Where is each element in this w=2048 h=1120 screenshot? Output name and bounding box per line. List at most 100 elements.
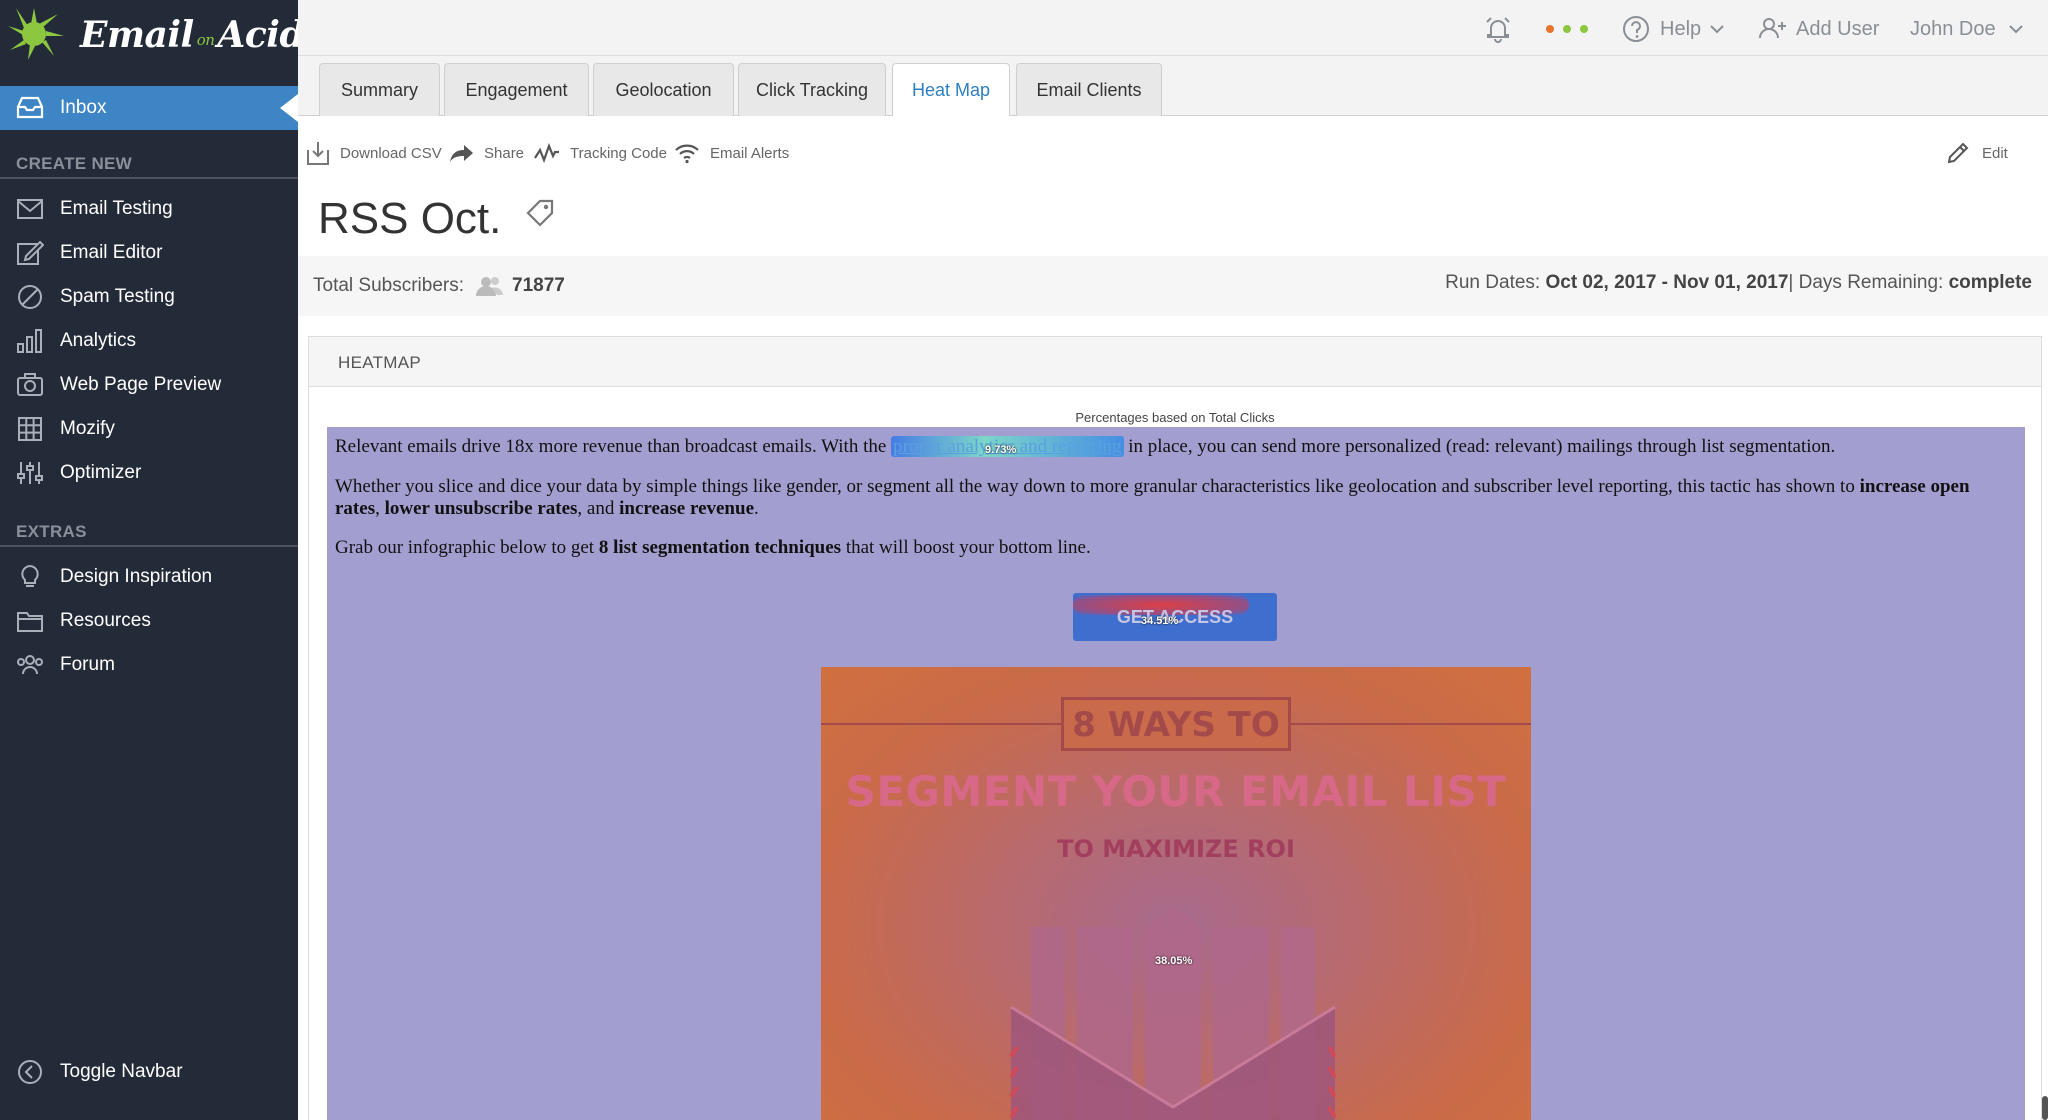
text: , and bbox=[577, 498, 620, 519]
add-user-label: Add User bbox=[1796, 17, 1880, 40]
sidebar-item-label: Email Testing bbox=[60, 198, 173, 219]
top-bar: Help Add User John Doe bbox=[298, 0, 2048, 56]
tag-icon[interactable] bbox=[524, 197, 556, 229]
run-dates-value: Oct 02, 2017 - Nov 01, 2017 bbox=[1545, 272, 1789, 293]
grid-icon bbox=[18, 417, 42, 441]
tab-click-tracking[interactable]: Click Tracking bbox=[738, 63, 886, 116]
text: in place, you can send more personalized… bbox=[1123, 436, 1836, 457]
email-paragraph-3: Grab our infographic below to get 8 list… bbox=[335, 537, 1091, 559]
email-heatmap-preview: Relevant emails drive 18x more revenue t… bbox=[327, 427, 2025, 1120]
tab-geolocation[interactable]: Geolocation bbox=[593, 63, 734, 116]
chevron-down-icon bbox=[1710, 25, 1724, 34]
add-user-button[interactable]: Add User bbox=[1758, 14, 1879, 44]
help-circle-icon bbox=[1623, 16, 1649, 42]
sidebar-item-forum[interactable]: Forum bbox=[0, 643, 298, 687]
image-click-percentage: 38.05% bbox=[1155, 955, 1193, 967]
email-alerts-button[interactable]: Email Alerts bbox=[674, 138, 789, 168]
infographic-box: 8 WAYS TO bbox=[1061, 697, 1291, 751]
divider bbox=[0, 177, 298, 179]
notifications-button[interactable] bbox=[1484, 14, 1512, 44]
edit-button[interactable]: Edit bbox=[1946, 138, 2008, 168]
envelope-graphic-icon bbox=[1009, 907, 1337, 1120]
download-icon bbox=[307, 142, 329, 165]
add-user-icon bbox=[1759, 18, 1786, 39]
tab-heat-map[interactable]: Heat Map bbox=[892, 63, 1010, 117]
sidebar-item-label: Analytics bbox=[60, 330, 137, 351]
text: Whether you slice and dice your data by … bbox=[335, 476, 1860, 497]
edit-icon bbox=[17, 240, 44, 265]
tracking-code-label: Tracking Code bbox=[570, 144, 667, 162]
sidebar-item-resources[interactable]: Resources bbox=[0, 599, 298, 643]
bar-chart-icon bbox=[17, 329, 42, 353]
toggle-navbar-button[interactable]: Toggle Navbar bbox=[0, 1050, 298, 1094]
share-label: Share bbox=[484, 144, 525, 162]
subscribers-value: 71877 bbox=[512, 275, 565, 296]
sidebar-item-mozify[interactable]: Mozify bbox=[0, 407, 298, 451]
user-menu[interactable]: John Doe bbox=[1910, 14, 2024, 44]
sidebar: Email onAcid Inbox CREATE NEW Email Testi… bbox=[0, 0, 305, 1120]
page-title-text: RSS Oct. bbox=[318, 194, 502, 243]
tab-summary[interactable]: Summary bbox=[319, 63, 440, 116]
sidebar-item-label: Email Editor bbox=[60, 242, 163, 263]
envelope-icon bbox=[17, 199, 43, 219]
percentages-note: Percentages based on Total Clicks bbox=[1075, 410, 1275, 425]
run-dates-label: Run Dates: bbox=[1445, 272, 1541, 293]
toggle-navbar-label: Toggle Navbar bbox=[60, 1061, 183, 1082]
section-heading-extras: EXTRAS bbox=[16, 522, 87, 541]
run-dates: Run Dates: Oct 02, 2017 - Nov 01, 2017| … bbox=[1445, 272, 2032, 294]
sidebar-item-label: Mozify bbox=[60, 418, 115, 439]
text: that will boost your bottom line. bbox=[841, 537, 1091, 558]
email-paragraph-2: Whether you slice and dice your data by … bbox=[335, 476, 2017, 520]
share-button[interactable]: Share bbox=[448, 138, 524, 168]
users-icon bbox=[17, 655, 43, 675]
logo[interactable]: Email onAcid bbox=[8, 4, 305, 62]
infographic-box-text: 8 WAYS TO bbox=[1072, 705, 1280, 745]
text: , bbox=[375, 498, 385, 519]
sidebar-item-design-inspiration[interactable]: Design Inspiration bbox=[0, 555, 298, 599]
sidebar-item-label: Design Inspiration bbox=[60, 566, 213, 587]
page-title: RSS Oct. bbox=[318, 194, 556, 244]
analytics-link[interactable]: proper analytics and reporting 9.73% bbox=[891, 436, 1124, 457]
help-label: Help bbox=[1660, 17, 1702, 40]
sidebar-item-optimizer[interactable]: Optimizer bbox=[0, 451, 298, 495]
camera-icon bbox=[17, 373, 43, 396]
pulse-icon bbox=[534, 142, 559, 164]
sidebar-item-label: Forum bbox=[60, 654, 115, 675]
bold-text: 8 list segmentation techniques bbox=[598, 537, 842, 558]
inbox-icon bbox=[16, 96, 44, 119]
bold-text: increase revenue bbox=[619, 498, 754, 519]
sidebar-item-label: Web Page Preview bbox=[60, 374, 222, 395]
sidebar-item-label: Inbox bbox=[60, 97, 107, 118]
ban-icon bbox=[18, 285, 42, 309]
logo-text: Email onAcid bbox=[80, 14, 305, 56]
infographic-image[interactable]: 8 WAYS TO SEGMENT YOUR EMAIL LIST TO MAX… bbox=[821, 667, 1531, 1120]
tab-email-clients[interactable]: Email Clients bbox=[1016, 63, 1162, 116]
splat-icon bbox=[8, 8, 64, 60]
sidebar-item-label: Optimizer bbox=[60, 462, 142, 483]
sidebar-item-label: Resources bbox=[60, 610, 151, 631]
panel-title: HEATMAP bbox=[338, 353, 422, 372]
sidebar-item-analytics[interactable]: Analytics bbox=[0, 319, 298, 363]
cta-click-percentage: 34.51% bbox=[1141, 615, 1179, 627]
tab-engagement[interactable]: Engagement bbox=[444, 63, 589, 116]
scrollbar-thumb[interactable] bbox=[2042, 1096, 2048, 1120]
email-alerts-label: Email Alerts bbox=[710, 144, 790, 162]
total-subscribers: Total Subscribers: 71877 bbox=[313, 274, 565, 298]
download-csv-button[interactable]: Download CSV bbox=[306, 138, 442, 168]
get-access-button[interactable]: GET ACCESS 34.51% bbox=[1073, 593, 1277, 641]
text: Relevant emails drive 18x more revenue t… bbox=[335, 436, 892, 457]
help-menu[interactable]: Help bbox=[1622, 14, 1725, 44]
alarm-bell-icon bbox=[1486, 17, 1510, 43]
download-csv-label: Download CSV bbox=[340, 144, 442, 162]
tracking-code-button[interactable]: Tracking Code bbox=[534, 138, 667, 168]
bold-text: lower unsubscribe rates bbox=[384, 498, 578, 519]
stats-bar: Total Subscribers: 71877 Run Dates: Oct … bbox=[298, 256, 2048, 316]
sidebar-item-inbox[interactable]: Inbox bbox=[0, 86, 298, 130]
sidebar-item-spam-testing[interactable]: Spam Testing bbox=[0, 275, 298, 319]
sidebar-item-web-page-preview[interactable]: Web Page Preview bbox=[0, 363, 298, 407]
sidebar-item-email-editor[interactable]: Email Editor bbox=[0, 231, 298, 275]
more-options-button[interactable] bbox=[1544, 14, 1590, 44]
infographic-subhead: TO MAXIMIZE ROI bbox=[1057, 835, 1295, 863]
dots-icon bbox=[1546, 25, 1588, 33]
sidebar-item-email-testing[interactable]: Email Testing bbox=[0, 187, 298, 231]
